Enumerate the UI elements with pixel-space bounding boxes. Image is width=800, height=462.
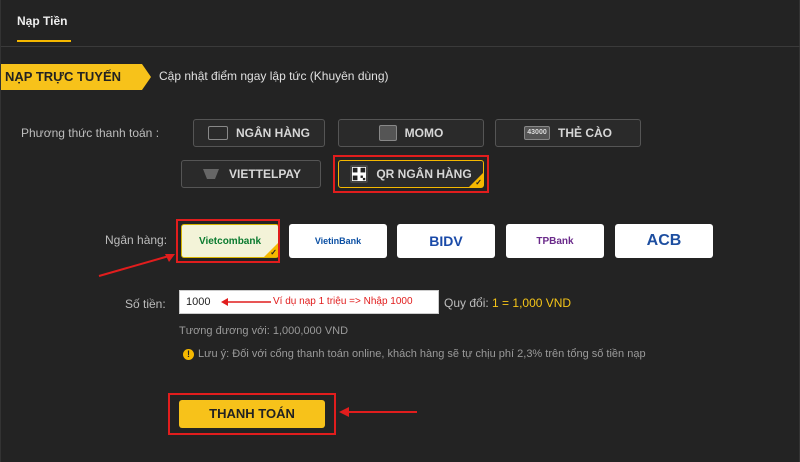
arrow-to-submit-icon (339, 407, 417, 417)
bank-tpbank-button[interactable]: TPBank (506, 224, 604, 258)
highlight-box-vietcombank (176, 219, 280, 263)
method-ngan-hang-button[interactable]: NGÂN HÀNG (193, 119, 325, 147)
conversion-value: 1 = 1,000 VND (492, 296, 572, 310)
scratch-card-icon: 43000 (524, 126, 550, 140)
tab-bar: Nạp Tiền (1, 0, 800, 47)
method-label: THẺ CÀO (558, 126, 612, 140)
bank-vietinbank-button[interactable]: VietinBank (289, 224, 387, 258)
bank-bidv-button[interactable]: BIDV (397, 224, 495, 258)
viettelpay-icon (202, 169, 219, 179)
warning-icon: ! (183, 349, 194, 360)
method-viettelpay-button[interactable]: VIETTELPAY (181, 160, 321, 188)
method-label: NGÂN HÀNG (236, 126, 310, 140)
ribbon-description: Cập nhật điểm ngay lập tức (Khuyên dùng) (159, 69, 389, 83)
amount-label: Số tiền: (125, 297, 166, 311)
amount-value: 1000 (186, 296, 211, 308)
payment-method-label: Phương thức thanh toán : (21, 126, 160, 140)
equivalent-text: Tương đương với: 1,000,000 VND (179, 325, 349, 337)
method-the-cao-button[interactable]: 43000 THẺ CÀO (495, 119, 641, 147)
bank-name: VietinBank (314, 236, 362, 246)
conversion-rate: Quy đổi: 1 = 1,000 VND (444, 296, 571, 310)
momo-icon (378, 125, 397, 141)
highlight-box-qr (333, 155, 489, 193)
deposit-panel: Nạp Tiền NẠP TRỰC TUYẾN Cập nhật điểm ng… (0, 0, 800, 462)
bank-name: TPBank (536, 235, 574, 247)
tab-nap-tien[interactable]: Nạp Tiền (17, 14, 67, 28)
bank-name: ACB (646, 232, 682, 249)
highlight-box-submit (168, 393, 336, 435)
bank-name: BIDV (429, 233, 463, 249)
bank-card-icon (208, 126, 228, 140)
bank-acb-button[interactable]: ACB (615, 224, 713, 258)
amount-hint: Ví dụ nạp 1 triệu => Nhập 1000 (273, 296, 413, 307)
tab-active-underline (17, 40, 71, 42)
fee-note: ! Lưu ý: Đối với cổng thanh toán online, … (183, 346, 673, 362)
note-text: Lưu ý: Đối với cổng thanh toán online, k… (198, 348, 646, 360)
method-momo-button[interactable]: MOMO (338, 119, 484, 147)
arrow-left-icon (221, 298, 271, 306)
bank-label: Ngân hàng: (105, 233, 168, 247)
method-label: VIETTELPAY (228, 167, 302, 181)
method-label: MOMO (404, 126, 444, 140)
conversion-label: Quy đổi: (444, 296, 489, 310)
online-deposit-ribbon: NẠP TRỰC TUYẾN (1, 64, 151, 90)
arrow-to-bank-icon (98, 254, 175, 277)
